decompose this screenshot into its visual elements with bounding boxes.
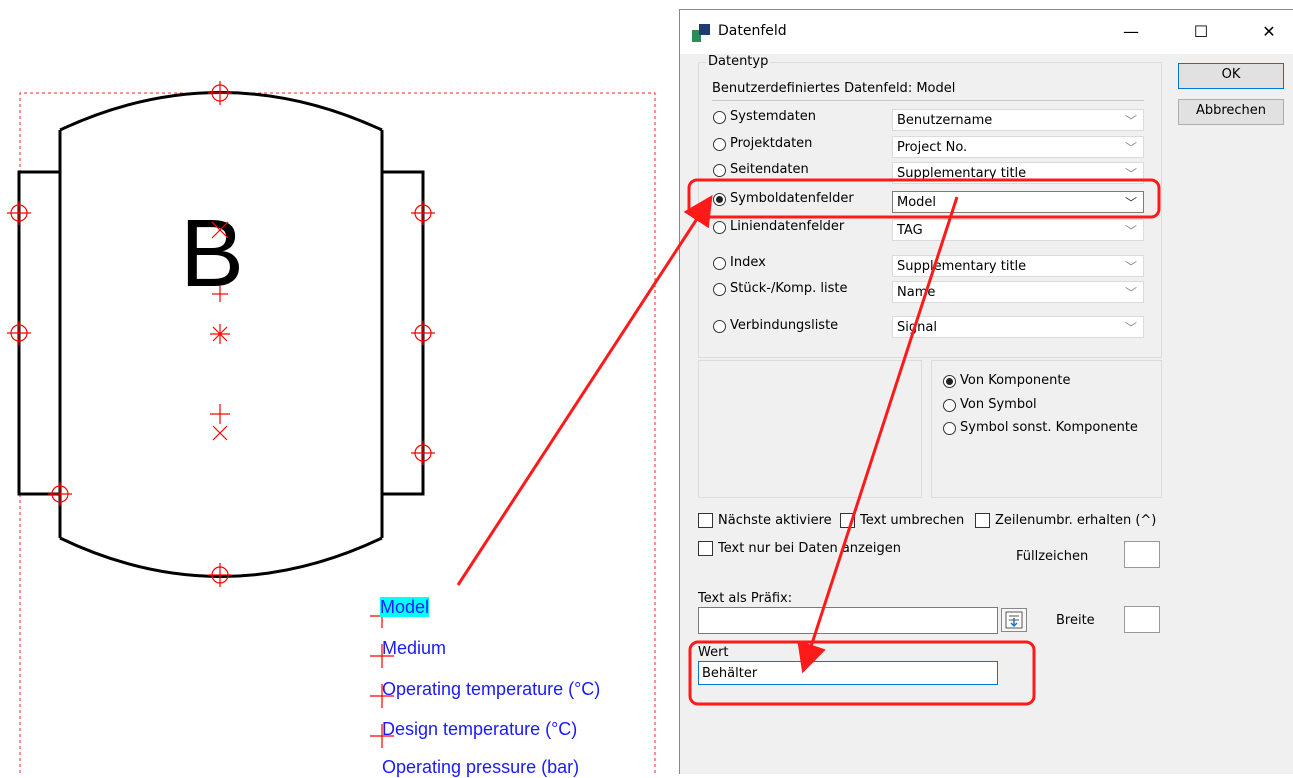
radio-stueckliste[interactable]: [713, 283, 726, 296]
label-liniendatenfelder: Liniendatenfelder: [730, 219, 845, 234]
label-projektdaten: Projektdaten: [730, 136, 813, 151]
label-medium[interactable]: Medium: [382, 638, 446, 659]
chevron-down-icon: ﹀: [1124, 260, 1137, 274]
insert-field-icon: [1005, 611, 1023, 629]
value-label: Wert: [698, 645, 729, 660]
label-symbol-sonst-komponente: Symbol sonst. Komponente: [960, 420, 1138, 435]
value-input[interactable]: Behälter: [698, 661, 998, 685]
prefix-label: Text als Präfix:: [698, 591, 793, 606]
combo-liniendatenfelder[interactable]: TAG ﹀: [892, 219, 1144, 241]
maximize-button[interactable]: ☐: [1178, 10, 1224, 54]
minimize-button[interactable]: —: [1108, 10, 1154, 54]
radio-systemdaten[interactable]: [713, 111, 726, 124]
label-index: Index: [730, 255, 766, 270]
fill-char-label: Füllzeichen: [1016, 549, 1089, 564]
label-operating-temperature[interactable]: Operating temperature (°C): [382, 679, 600, 700]
width-input[interactable]: [1124, 606, 1160, 633]
chevron-down-icon: ﹀: [1124, 114, 1137, 128]
radio-index[interactable]: [713, 257, 726, 270]
width-label: Breite: [1056, 613, 1095, 628]
combo-projektdaten[interactable]: Project No. ﹀: [892, 136, 1144, 158]
chevron-down-icon: ﹀: [1124, 224, 1137, 238]
chevron-down-icon: ﹀: [1124, 321, 1137, 335]
fill-char-input[interactable]: [1124, 541, 1160, 568]
radio-verbindungsliste[interactable]: [713, 320, 726, 333]
label-verbindungsliste: Verbindungsliste: [730, 318, 839, 333]
label-seitendaten: Seitendaten: [730, 162, 809, 177]
vessel-letter: B: [180, 200, 244, 307]
ok-button[interactable]: OK: [1178, 63, 1284, 89]
checkbox-text-nur-bei-daten[interactable]: [698, 541, 713, 556]
left-empty-panel: [698, 360, 922, 498]
label-naechste-aktiviere: Nächste aktiviere: [718, 513, 832, 528]
prefix-input[interactable]: [698, 607, 998, 634]
radio-von-komponente[interactable]: [943, 375, 956, 388]
label-von-symbol: Von Symbol: [960, 397, 1037, 412]
combo-symboldatenfelder[interactable]: Model ﹀: [892, 191, 1144, 213]
checkbox-text-umbrechen[interactable]: [840, 513, 855, 528]
label-operating-pressure[interactable]: Operating pressure (bar): [382, 757, 579, 778]
label-stueckliste: Stück-/Komp. liste: [730, 281, 848, 296]
label-text-umbrechen: Text umbrechen: [860, 513, 965, 528]
label-model-text: Model: [380, 597, 430, 617]
chevron-down-icon: ﹀: [1124, 167, 1137, 181]
radio-projektdaten[interactable]: [713, 138, 726, 151]
label-model[interactable]: Model: [380, 597, 430, 618]
label-symboldatenfelder: Symboldatenfelder: [730, 191, 854, 206]
combo-verbindungsliste[interactable]: Signal ﹀: [892, 316, 1144, 338]
combo-stueckliste[interactable]: Name ﹀: [892, 281, 1144, 303]
label-zeilenumbr: Zeilenumbr. erhalten (^): [995, 513, 1157, 528]
combo-systemdaten[interactable]: Benutzername ﹀: [892, 109, 1144, 131]
combo-index[interactable]: Supplementary title ﹀: [892, 255, 1144, 277]
checkbox-naechste-aktiviere[interactable]: [698, 513, 713, 528]
combo-seitendaten[interactable]: Supplementary title ﹀: [892, 162, 1144, 184]
symbol-boundary-dashed: [19, 92, 656, 773]
radio-seitendaten[interactable]: [713, 164, 726, 177]
radio-liniendatenfelder[interactable]: [713, 221, 726, 234]
dialog-title: Datenfeld: [718, 23, 787, 39]
app-icon: [692, 24, 710, 42]
chevron-down-icon: ﹀: [1124, 196, 1137, 210]
checkbox-zeilenumbr[interactable]: [975, 513, 990, 528]
label-text-nur-bei-daten: Text nur bei Daten anzeigen: [718, 541, 901, 556]
custom-field-separator: [712, 100, 1144, 101]
dialog-titlebar[interactable]: Datenfeld — ☐ ✕: [680, 10, 1293, 54]
custom-field-label: Benutzerdefiniertes Datenfeld: Model: [712, 81, 956, 96]
label-design-temperature[interactable]: Design temperature (°C): [382, 719, 577, 740]
radio-von-symbol[interactable]: [943, 399, 956, 412]
radio-symboldatenfelder[interactable]: [713, 193, 726, 206]
datatype-group-label: Datentyp: [706, 54, 771, 69]
datenfeld-dialog: Datenfeld — ☐ ✕ Datentyp Benutzerdefinie…: [679, 9, 1293, 774]
chevron-down-icon: ﹀: [1124, 286, 1137, 300]
cancel-button[interactable]: Abbrechen: [1178, 99, 1284, 125]
label-von-komponente: Von Komponente: [960, 373, 1071, 388]
prefix-insert-button[interactable]: [1001, 608, 1027, 632]
close-button[interactable]: ✕: [1246, 10, 1292, 54]
chevron-down-icon: ﹀: [1124, 141, 1137, 155]
value-input-text: Behälter: [702, 666, 758, 681]
label-systemdaten: Systemdaten: [730, 109, 817, 124]
radio-symbol-sonst-komponente[interactable]: [943, 422, 956, 435]
